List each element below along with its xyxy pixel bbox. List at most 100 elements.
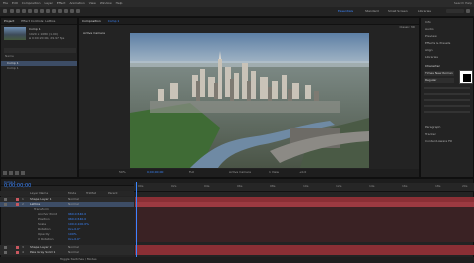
camera-tool-icon[interactable]	[34, 9, 38, 13]
exposure[interactable]: +0.0	[299, 171, 306, 174]
time-ruler[interactable]: 00s 02s 04s 06s 08s 10s 12s 14s 16s 18s …	[134, 183, 474, 192]
tab-effect-controls[interactable]: Effect Controls: Lattice	[18, 18, 58, 24]
panel-character[interactable]: Character	[425, 65, 440, 68]
trash-icon[interactable]	[21, 171, 25, 175]
playhead[interactable]	[136, 182, 137, 263]
brush-tool-icon[interactable]	[64, 9, 68, 13]
tab-composition[interactable]: Composition	[79, 18, 104, 24]
column-layer-name[interactable]: Layer Name	[30, 192, 48, 195]
current-time[interactable]: 0;00;00;00	[147, 171, 163, 174]
column-trkmat[interactable]: TrkMat	[86, 192, 96, 195]
project-panel: Project Effect Controls: Lattice Comp 1 …	[0, 17, 78, 178]
type-tool-icon[interactable]	[58, 9, 62, 13]
eye-icon[interactable]	[4, 198, 7, 201]
baseline-shift-row[interactable]	[424, 111, 470, 113]
panel-paragraph[interactable]: Paragraph	[425, 126, 440, 129]
shape-tool-icon[interactable]	[46, 9, 50, 13]
project-item-meta2: Δ 0:00:20:00, 29.97 fps	[29, 36, 65, 40]
ruler-tick: 12s	[336, 184, 342, 188]
panel-libraries[interactable]: Libraries	[425, 56, 438, 59]
list-item[interactable]: Comp 1	[1, 66, 77, 71]
menu-layer[interactable]: Layer	[45, 0, 53, 7]
search-icon[interactable]	[466, 9, 470, 13]
selection-tool-icon[interactable]	[10, 9, 14, 13]
home-icon[interactable]	[3, 9, 7, 13]
panel-info[interactable]: Info	[425, 21, 431, 24]
city-aerial-image	[130, 33, 369, 168]
menu-help[interactable]: Help	[116, 0, 123, 7]
menu-composition[interactable]: Composition	[22, 0, 41, 7]
menu-effect[interactable]: Effect	[57, 0, 66, 7]
comp-footer: 50% 0;00;00;00 Full Active Camera 1 View…	[79, 169, 419, 177]
renderer-label[interactable]: Classic 3D	[399, 26, 415, 29]
eraser-tool-icon[interactable]	[70, 9, 74, 13]
ruler-tick: 06s	[237, 184, 243, 188]
puppet-tool-icon[interactable]	[76, 9, 80, 13]
menu-edit[interactable]: Edit	[12, 0, 18, 7]
tab-project[interactable]: Project	[1, 18, 17, 24]
stroke-width-row[interactable]	[424, 99, 470, 101]
project-search[interactable]	[4, 48, 76, 53]
new-folder-icon[interactable]	[9, 171, 13, 175]
workspace-essentials[interactable]: Essentials	[335, 8, 356, 14]
rotate-tool-icon[interactable]	[28, 9, 32, 13]
panel-align[interactable]: Align	[425, 49, 433, 52]
menu-window[interactable]: Window	[100, 0, 112, 7]
composition-viewer[interactable]	[130, 33, 369, 168]
workspace-standard[interactable]: Standard	[362, 8, 382, 14]
font-style-select[interactable]: Regular	[424, 78, 454, 83]
search-field[interactable]	[446, 9, 464, 13]
zoom-level[interactable]: 50%	[119, 171, 126, 174]
kerning-row[interactable]	[424, 93, 470, 95]
label-color-swatch[interactable]	[16, 246, 19, 249]
column-parent[interactable]: Parent	[108, 192, 118, 195]
ruler-tick: 02s	[171, 184, 177, 188]
tools-toolbar: Essentials Standard Small Screen Librari…	[0, 7, 474, 17]
tab-comp-name[interactable]: Comp 1	[105, 18, 123, 24]
resolution[interactable]: Full	[189, 171, 194, 174]
ruler-tick: 16s	[402, 184, 408, 188]
search-help-link[interactable]: Search Help	[454, 1, 472, 5]
workspace-small-screen[interactable]: Small Screen	[385, 8, 411, 14]
stroke-color-swatch[interactable]	[463, 74, 471, 82]
timeline-column-header: Layer Name Mode TrkMat Parent	[0, 191, 134, 196]
right-panel: Info Audio Preview Effects & Presets Ali…	[420, 17, 474, 178]
pan-behind-tool-icon[interactable]	[40, 9, 44, 13]
property-track-area	[135, 207, 474, 242]
camera-select[interactable]: Active Camera	[229, 171, 251, 174]
workspace-libraries[interactable]: Libraries	[415, 8, 434, 14]
panel-effects-presets[interactable]: Effects & Presets	[425, 42, 450, 45]
label-color-swatch[interactable]	[16, 198, 19, 201]
eye-icon[interactable]	[4, 251, 7, 254]
interpret-footage-icon[interactable]	[3, 171, 7, 175]
menu-bar: File Edit Composition Layer Effect Anima…	[0, 0, 474, 7]
ruler-tick: 10s	[303, 184, 309, 188]
panel-content-aware-fill[interactable]: Content-Aware Fill	[425, 140, 452, 143]
eye-icon[interactable]	[4, 203, 7, 206]
panel-audio[interactable]: Audio	[425, 28, 434, 31]
eye-icon[interactable]	[4, 246, 7, 249]
project-column-name[interactable]: Name	[5, 55, 14, 58]
label-color-swatch[interactable]	[16, 203, 19, 206]
panel-tracker[interactable]: Tracker	[425, 133, 436, 136]
ruler-tick: 20s	[462, 184, 468, 188]
hand-tool-icon[interactable]	[16, 9, 20, 13]
panel-preview[interactable]: Preview	[425, 35, 437, 38]
table-row[interactable]: X Rotation 0x+0.0°	[0, 237, 134, 242]
column-mode[interactable]: Mode	[68, 192, 76, 195]
zoom-tool-icon[interactable]	[22, 9, 26, 13]
menu-file[interactable]: File	[3, 0, 8, 7]
new-comp-icon[interactable]	[15, 171, 19, 175]
toggle-switches-modes[interactable]: Toggle Switches / Modes	[60, 258, 97, 261]
timeline-timecode[interactable]: 0;00;00;00	[4, 184, 31, 189]
view-layout[interactable]: 1 View	[269, 171, 279, 174]
label-color-swatch[interactable]	[16, 251, 19, 254]
table-row[interactable]: 4 Pale Gray Solid 1 Normal	[0, 250, 134, 255]
vertical-scale-row[interactable]	[424, 105, 470, 107]
menu-animation[interactable]: Animation	[69, 0, 84, 7]
font-family-select[interactable]: Times New Roman	[424, 71, 454, 76]
layer-duration-bar[interactable]	[135, 250, 474, 255]
pen-tool-icon[interactable]	[52, 9, 56, 13]
font-size-row[interactable]	[424, 87, 470, 89]
menu-view[interactable]: View	[89, 0, 96, 7]
